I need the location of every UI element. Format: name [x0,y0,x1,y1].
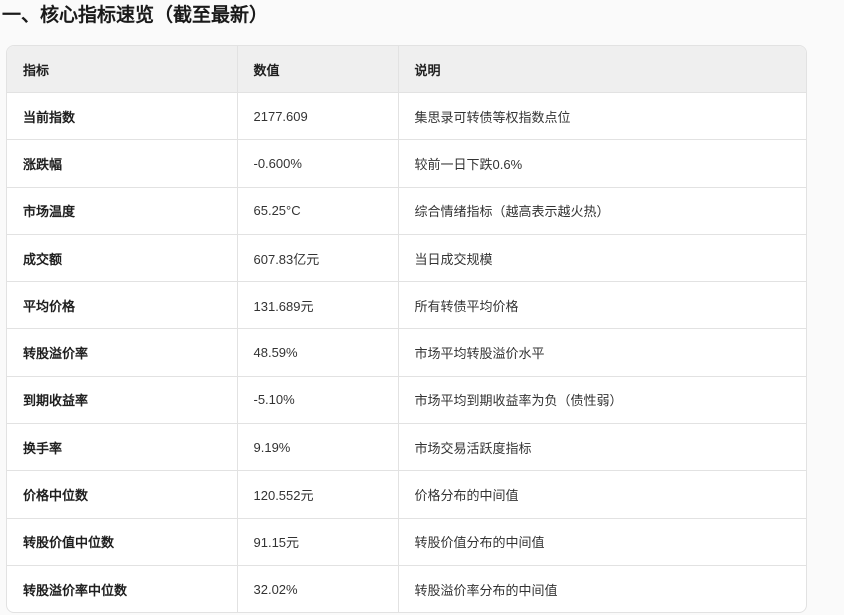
metric-description-cell: 市场平均转股溢价水平 [398,328,806,377]
metrics-table: 指标 数值 说明 当前指数 2177.609 集思录可转债等权指数点位 涨跌幅 -0.6… [7,46,806,613]
metric-value-cell: 48.59% [237,328,399,377]
table-row: 平均价格 131.689元 所有转债平均价格 [7,281,806,330]
metric-description-cell: 转股价值分布的中间值 [398,518,806,566]
metric-value-cell: 131.689元 [237,281,399,330]
metric-value-cell: 9.19% [237,423,399,472]
table-row: 市场温度 65.25°C 综合情绪指标（越高表示越火热） [7,187,806,235]
metric-description-cell: 综合情绪指标（越高表示越火热） [398,187,806,235]
metric-name-cell: 市场温度 [7,187,238,235]
metric-name-cell: 转股溢价率 [7,328,238,377]
metric-description-cell: 集思录可转债等权指数点位 [398,92,806,141]
metric-name-cell: 当前指数 [7,92,238,141]
metric-name-cell: 价格中位数 [7,470,238,519]
table-row: 到期收益率 -5.10% 市场平均到期收益率为负（债性弱） [7,376,806,425]
metric-value-cell: 65.25°C [237,187,399,235]
table-row: 转股溢价率 48.59% 市场平均转股溢价水平 [7,328,806,377]
table-row: 转股溢价率中位数 32.02% 转股溢价率分布的中间值 [7,565,806,613]
header-description: 说明 [398,46,806,93]
metric-value-cell: 32.02% [237,565,399,613]
section-title: 一、核心指标速览（截至最新） [2,5,269,26]
metric-name-cell: 平均价格 [7,281,238,330]
metric-description-cell: 较前一日下跌0.6% [398,139,806,188]
metric-description-cell: 价格分布的中间值 [398,470,806,519]
table-row: 涨跌幅 -0.600% 较前一日下跌0.6% [7,139,806,188]
metric-name-cell: 涨跌幅 [7,139,238,188]
metric-value-cell: 607.83亿元 [237,234,399,283]
metrics-table-container: 指标 数值 说明 当前指数 2177.609 集思录可转债等权指数点位 涨跌幅 -0.6… [6,45,807,614]
table-row: 转股价值中位数 91.15元 转股价值分布的中间值 [7,518,806,566]
table-row: 换手率 9.19% 市场交易活跃度指标 [7,423,806,472]
metric-name-cell: 换手率 [7,423,238,472]
metric-value-cell: -0.600% [237,139,399,188]
header-metric: 指标 [7,46,238,93]
metric-description-cell: 当日成交规模 [398,234,806,283]
metric-value-cell: 2177.609 [237,92,399,141]
table-header-row: 指标 数值 说明 [7,46,806,93]
metric-value-cell: 91.15元 [237,518,399,566]
metric-description-cell: 市场交易活跃度指标 [398,423,806,472]
metric-name-cell: 到期收益率 [7,376,238,425]
metric-value-cell: -5.10% [237,376,399,425]
metric-description-cell: 市场平均到期收益率为负（债性弱） [398,376,806,425]
table-row: 成交额 607.83亿元 当日成交规模 [7,234,806,283]
metric-name-cell: 转股价值中位数 [7,518,238,566]
metric-description-cell: 所有转债平均价格 [398,281,806,330]
header-value: 数值 [237,46,399,93]
table-row: 当前指数 2177.609 集思录可转债等权指数点位 [7,92,806,141]
metric-name-cell: 成交额 [7,234,238,283]
metric-description-cell: 转股溢价率分布的中间值 [414,582,558,598]
table-row: 价格中位数 120.552元 价格分布的中间值 [7,470,806,519]
metric-value-cell: 120.552元 [237,470,399,519]
metric-name-cell: 转股溢价率中位数 [7,565,238,613]
